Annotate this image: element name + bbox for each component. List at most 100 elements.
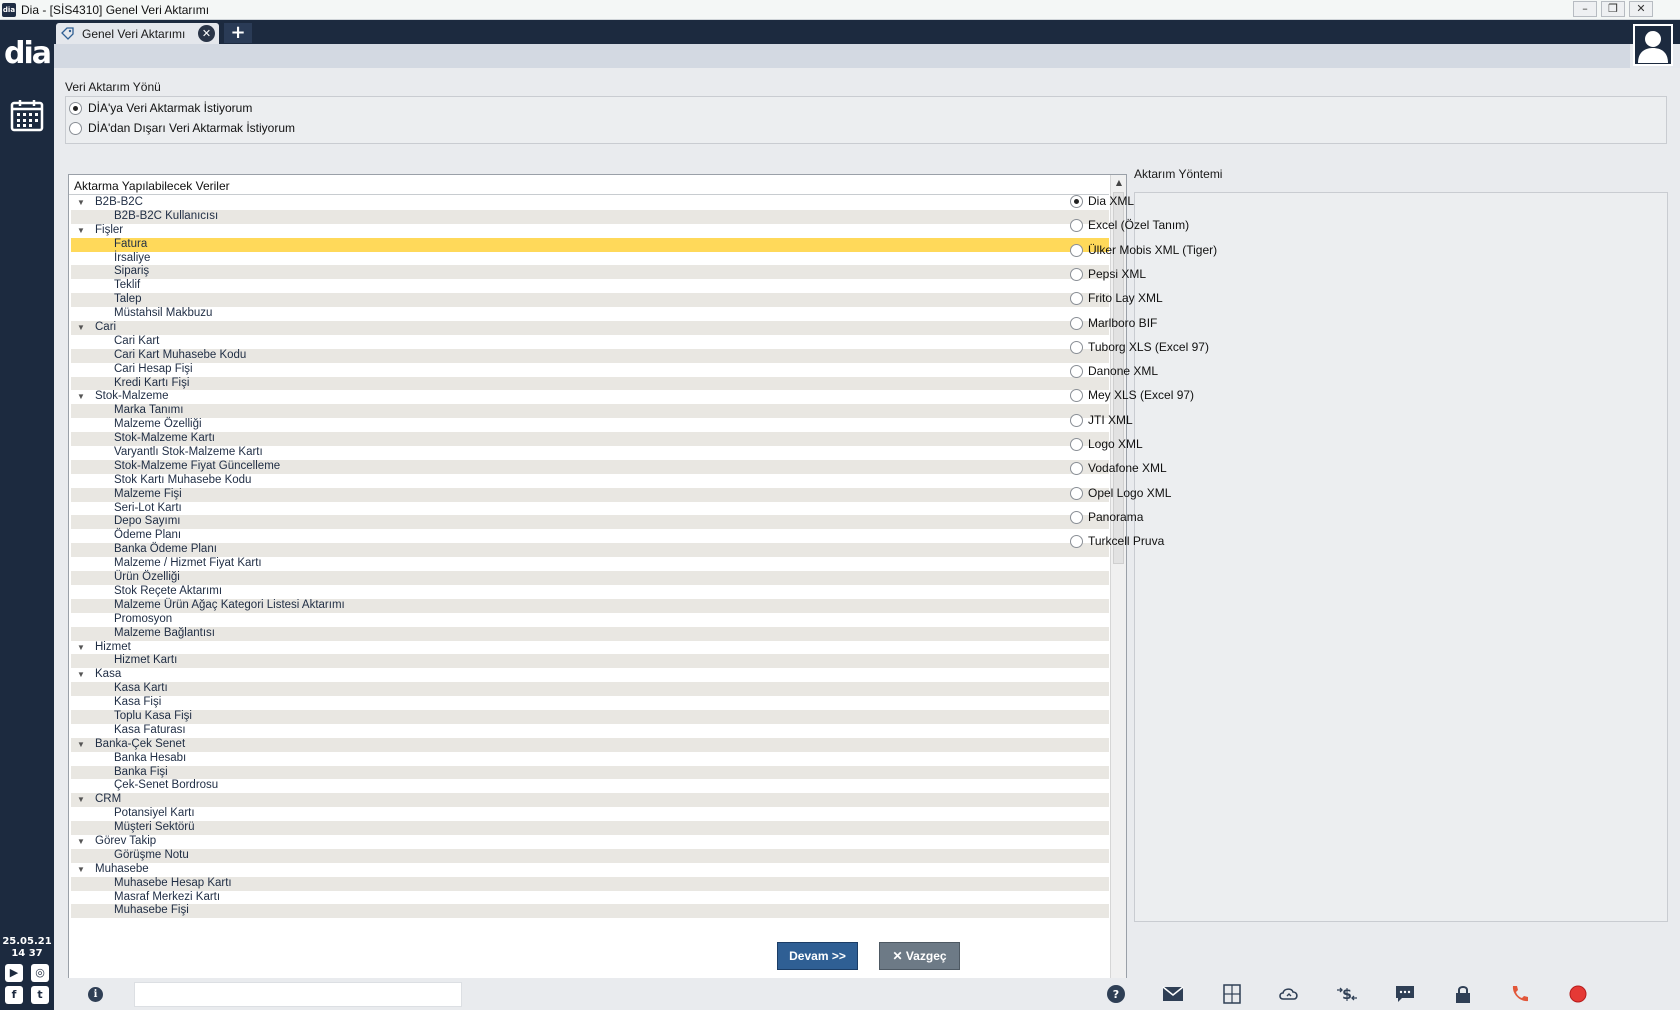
tree-item-row[interactable]: Müstahsil Makbuzu [71,307,1109,322]
tree-group-row[interactable]: ▼ B2B-B2C [71,196,1109,210]
youtube-icon[interactable]: ▶ [5,964,23,982]
tree-item-row[interactable]: Malzeme Fişi [71,487,1109,502]
collapse-caret-icon[interactable]: ▼ [77,793,85,807]
tree-group-row[interactable]: ▼ Muhasebe [71,862,1109,877]
tree-item-row[interactable]: Kasa Faturası [71,723,1109,738]
tree-item-row[interactable]: Promosyon [71,612,1109,627]
collapse-caret-icon[interactable]: ▼ [77,863,85,877]
tree-item-row[interactable]: Malzeme Ürün Ağaç Kategori Listesi Aktar… [71,598,1109,613]
scroll-up-icon[interactable]: ▲ [1111,175,1127,191]
method-radio[interactable] [1070,340,1083,354]
tree-item-row[interactable]: Ödeme Planı [71,529,1109,544]
collapse-caret-icon[interactable]: ▼ [77,196,85,210]
cloud-sync-icon[interactable] [1278,984,1300,1004]
tree-item-row[interactable]: Müşteri Sektörü [71,821,1109,835]
tree-group-row[interactable]: ▼ Görev Takip [71,834,1109,849]
tree-item-row[interactable]: B2B-B2C Kullanıcısı [71,209,1109,224]
info-icon[interactable]: i [88,987,103,1002]
user-profile-button[interactable] [1633,24,1673,66]
collapse-caret-icon[interactable]: ▼ [77,224,85,238]
tree-item-row[interactable]: Seri-Lot Kartı [71,501,1109,516]
tree-item-row[interactable]: Kasa Kartı [71,682,1109,697]
tree-item-row[interactable]: Banka Ödeme Planı [71,543,1109,558]
tree-item-row[interactable]: Potansiyel Kartı [71,807,1109,822]
method-radio[interactable] [1070,195,1083,208]
tree-item-row[interactable]: Fatura [71,237,1109,252]
method-radio[interactable] [1070,243,1083,257]
facebook-icon[interactable]: f [5,986,23,1004]
cancel-button[interactable]: ✕ Vazgeç [879,942,960,970]
direction-radio-import[interactable] [69,102,82,115]
tree-item-row[interactable]: Muhasebe Fişi [71,904,1109,919]
tree-group-row[interactable]: ▼ Stok-Malzeme [71,390,1109,405]
dia-logo[interactable]: dia [4,34,52,74]
tree-item-row[interactable]: Çek-Senet Bordrosu [71,779,1109,794]
collapse-caret-icon[interactable]: ▼ [77,390,85,404]
continue-button[interactable]: Devam >> [777,942,858,970]
method-radio[interactable] [1070,413,1083,427]
tree-item-row[interactable]: Stok Kartı Muhasebe Kodu [71,473,1109,488]
tree-item-row[interactable]: Cari Kart Muhasebe Kodu [71,348,1109,363]
tree-item-row[interactable]: Stok-Malzeme Kartı [71,432,1109,447]
tree-item-row[interactable]: Kasa Fişi [71,696,1109,710]
tree-item-row[interactable]: Hizmet Kartı [71,654,1109,669]
currency-exchange-icon[interactable]: $ [1336,984,1358,1004]
tree-item-row[interactable]: Marka Tanımı [71,404,1109,419]
method-radio[interactable] [1070,365,1083,379]
collapse-caret-icon[interactable]: ▼ [77,738,85,752]
tree-group-row[interactable]: ▼ CRM [71,793,1109,808]
tree-item-row[interactable]: Cari Kart [71,334,1109,349]
tree-group-row[interactable]: ▼ Fişler [71,223,1109,238]
tree-item-row[interactable]: Sipariş [71,265,1109,280]
status-field[interactable] [134,982,462,1007]
tree-item-row[interactable]: Cari Hesap Fişi [71,362,1109,377]
chat-icon[interactable] [1394,984,1416,1004]
tree-item-row[interactable]: Görüşme Notu [71,848,1109,863]
minimize-button[interactable]: – [1573,1,1597,17]
method-radio[interactable] [1070,486,1083,500]
tab-genel-veri-aktarimi[interactable]: Genel Veri Aktarımı ✕ [56,23,219,44]
twitter-icon[interactable]: t [31,986,49,1004]
tree-item-row[interactable]: Malzeme Bağlantısı [71,626,1109,641]
calculator-icon[interactable] [1221,984,1243,1004]
mail-icon[interactable] [1162,984,1184,1004]
tab-close-icon[interactable]: ✕ [198,25,215,42]
tree-item-row[interactable]: Ürün Özelliği [71,571,1109,585]
collapse-caret-icon[interactable]: ▼ [77,668,85,682]
tree-group-row[interactable]: ▼ Kasa [71,668,1109,683]
tree-item-row[interactable]: İrsaliye [71,251,1109,266]
record-icon[interactable] [1567,984,1589,1004]
tree-item-row[interactable]: Stok Reçete Aktarımı [71,584,1109,599]
calendar-icon[interactable] [10,98,44,132]
tree-group-row[interactable]: ▼ Cari [71,321,1109,335]
tree-item-row[interactable]: Banka Hesabı [71,751,1109,766]
collapse-caret-icon[interactable]: ▼ [77,321,85,335]
tree-group-row[interactable]: ▼ Hizmet [71,640,1109,655]
tree-group-row[interactable]: ▼ Banka-Çek Senet [71,737,1109,752]
method-radio[interactable] [1070,438,1083,451]
method-radio[interactable] [1070,510,1083,524]
tree-item-row[interactable]: Depo Sayımı [71,515,1109,530]
tree-item-row[interactable]: Talep [71,293,1109,308]
tree-item-row[interactable]: Masraf Merkezi Kartı [71,890,1109,905]
tree-item-row[interactable]: Malzeme / Hizmet Fiyat Kartı [71,557,1109,572]
close-window-button[interactable]: ✕ [1629,1,1653,17]
direction-radio-export[interactable] [69,122,82,135]
lock-icon[interactable] [1452,984,1474,1004]
method-radio[interactable] [1070,267,1083,281]
phone-icon[interactable] [1509,984,1531,1004]
restore-button[interactable]: ❐ [1601,1,1625,17]
collapse-caret-icon[interactable]: ▼ [77,835,85,849]
tree-item-row[interactable]: Malzeme Özelliği [71,418,1109,433]
method-radio[interactable] [1070,316,1083,330]
tree-item-row[interactable]: Banka Fişi [71,765,1109,780]
tree-item-row[interactable]: Teklif [71,279,1109,294]
help-icon[interactable]: ? [1105,984,1127,1004]
tree-item-row[interactable]: Muhasebe Hesap Kartı [71,876,1109,891]
tree-item-row[interactable]: Stok-Malzeme Fiyat Güncelleme [71,459,1109,474]
collapse-caret-icon[interactable]: ▼ [77,641,85,655]
tree-item-row[interactable]: Toplu Kasa Fişi [71,709,1109,724]
instagram-icon[interactable]: ◎ [31,964,49,982]
add-tab-button[interactable]: + [224,23,252,43]
tree-item-row[interactable]: Kredi Kartı Fişi [71,376,1109,391]
